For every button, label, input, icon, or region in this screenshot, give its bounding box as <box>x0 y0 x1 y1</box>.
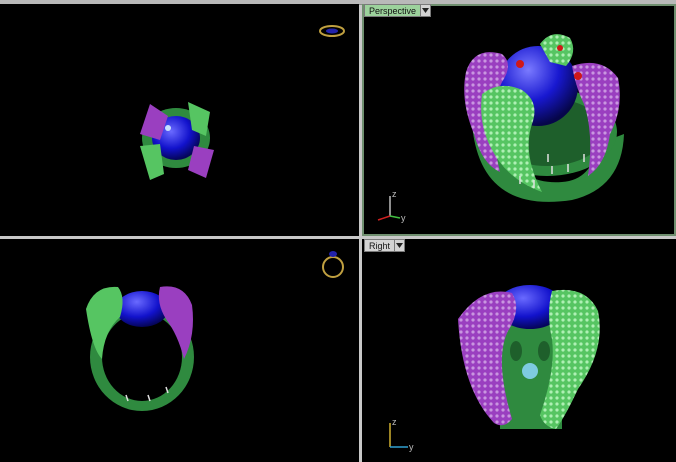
viewport-right[interactable]: Right z y <box>362 239 676 462</box>
viewport-front[interactable] <box>0 239 359 462</box>
ring-navigation-widget-icon[interactable] <box>320 247 346 281</box>
axis-label-y: y <box>409 442 414 452</box>
axis-label-z: z <box>392 189 397 199</box>
front-view-model <box>86 286 194 411</box>
axis-label-z: z <box>392 417 397 427</box>
viewport-perspective[interactable]: Perspective z y <box>362 4 676 236</box>
top-view-model <box>140 102 214 180</box>
viewport-top[interactable] <box>0 4 359 236</box>
axis-gizmo-icon: z y <box>377 189 406 223</box>
axis-label-y: y <box>401 213 406 223</box>
ring-navigation-widget-icon[interactable] <box>318 24 346 38</box>
axis-gizmo-icon: z y <box>389 417 414 452</box>
